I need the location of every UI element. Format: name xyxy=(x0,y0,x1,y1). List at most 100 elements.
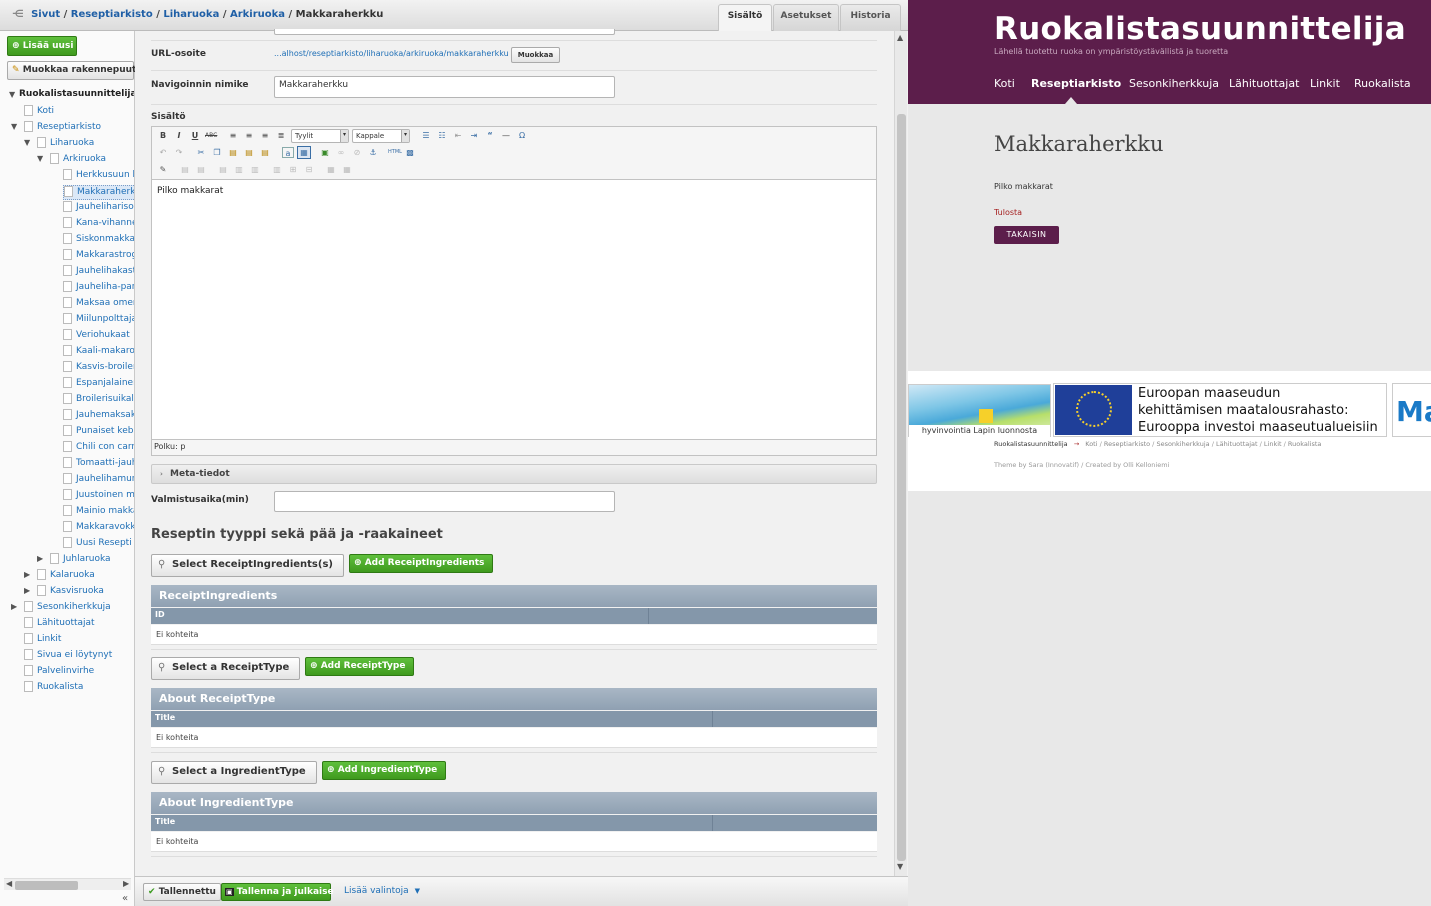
collapse-toggle-icon[interactable]: ▼ xyxy=(37,154,43,163)
scrollbar-thumb[interactable] xyxy=(15,881,78,890)
undo-icon[interactable]: ↶ xyxy=(157,147,169,158)
tree-item[interactable]: Uusi Resepti S xyxy=(63,537,134,552)
italic-icon[interactable]: I xyxy=(173,130,185,141)
tree-item[interactable]: Makkaraherkk xyxy=(63,185,134,200)
select-relation-button[interactable]: ⚲ Select ReceiptIngredients(s) xyxy=(151,554,344,577)
paste-word-icon[interactable]: ▤ xyxy=(259,147,271,158)
add-new-button[interactable]: ⊕ Lisää uusi xyxy=(7,36,77,56)
tree-item[interactable]: Punaiset keba xyxy=(63,425,134,440)
footer-link[interactable]: Koti xyxy=(1085,440,1097,448)
tab-settings[interactable]: Asetukset xyxy=(773,4,839,31)
tree-item[interactable]: ▶ Juhlaruoka xyxy=(37,553,111,568)
preview-nav-item[interactable]: Lähituottajat xyxy=(1229,77,1299,90)
tree-item[interactable]: Ruokalista xyxy=(24,681,83,696)
editor-content-area[interactable]: Pilko makkarat xyxy=(152,179,876,440)
align-right-icon[interactable]: ≡ xyxy=(259,130,271,141)
tree-item[interactable]: Makkarastroga xyxy=(63,249,134,264)
row-after-icon[interactable]: ▤ xyxy=(195,164,207,175)
format-select[interactable]: Kappale ▾ xyxy=(352,129,410,143)
footer-link[interactable]: Lähituottajat xyxy=(1216,440,1258,448)
tree-item[interactable]: Sivua ei löytynyt xyxy=(24,649,112,664)
select-all-icon[interactable]: a xyxy=(282,147,294,158)
tree-item[interactable]: Jauheliharisott xyxy=(63,201,134,216)
breadcrumb-link[interactable]: Liharuoka xyxy=(163,9,219,20)
breadcrumb-link[interactable]: Sivut xyxy=(31,9,60,20)
tree-item[interactable]: ▼ Arkiruoka xyxy=(37,153,106,168)
expand-toggle-icon[interactable]: ▶ xyxy=(11,602,17,611)
bold-icon[interactable]: B xyxy=(157,130,169,141)
tree-root[interactable]: ▼ Ruokalistasuunnittelija xyxy=(9,89,134,104)
collapse-toggle-icon[interactable]: ▼ xyxy=(11,122,17,131)
tree-item[interactable]: ▶ Kasvisruoka xyxy=(24,585,104,600)
save-publish-button[interactable]: ▣ Tallenna ja julkaise xyxy=(221,883,334,901)
delete-col-icon[interactable]: ▥ xyxy=(271,164,283,175)
add-relation-button[interactable]: ⊕ Add ReceiptIngredients xyxy=(349,554,494,573)
row-before-icon[interactable]: ▤ xyxy=(179,164,191,175)
indent-icon[interactable]: ⇥ xyxy=(468,130,480,141)
tree-item[interactable]: Lähituottajat xyxy=(24,617,95,632)
underline-icon[interactable]: U xyxy=(189,130,201,141)
tree-item[interactable]: Broilerisuikale xyxy=(63,393,134,408)
expand-toggle-icon[interactable]: ▶ xyxy=(24,586,30,595)
special-char-icon[interactable]: Ω xyxy=(516,130,528,141)
bullet-list-icon[interactable]: ☰ xyxy=(420,130,432,141)
scrollbar-thumb[interactable] xyxy=(897,114,906,861)
tree-item[interactable]: Kasvis-broileri xyxy=(63,361,134,376)
edit-tree-button[interactable]: ✎ Muokkaa rakennepuuta xyxy=(7,61,142,80)
footer-link[interactable]: Linkit xyxy=(1264,440,1282,448)
tree-item[interactable]: ▼ Reseptiarkisto xyxy=(11,121,101,136)
tree-scrollbar[interactable]: ◀ ▶ xyxy=(4,878,131,890)
print-link[interactable]: Tulosta xyxy=(994,208,1022,217)
footer-root[interactable]: Ruokalistasuunnittelija xyxy=(994,440,1068,448)
unlink-icon[interactable]: ⊘ xyxy=(351,147,363,158)
visual-aid-icon[interactable]: ▦ xyxy=(297,146,311,159)
justify-icon[interactable]: ≣ xyxy=(275,130,287,141)
image-icon[interactable]: ▣ xyxy=(319,147,331,158)
align-left-icon[interactable]: ≡ xyxy=(227,130,239,141)
saved-button[interactable]: ✔ Tallennettu xyxy=(143,883,221,901)
add-relation-button[interactable]: ⊕ Add IngredientType xyxy=(322,761,447,780)
html-icon[interactable]: HTML xyxy=(388,147,402,158)
table-props-icon[interactable]: ▦ xyxy=(325,164,337,175)
tree-item[interactable]: Chili con carne xyxy=(63,441,134,456)
tree-item[interactable]: Jauhelihakastil xyxy=(63,265,134,280)
add-relation-button[interactable]: ⊕ Add ReceiptType xyxy=(305,657,415,676)
preview-nav-item[interactable]: Sesonkiherkkuja xyxy=(1129,77,1219,90)
preview-nav-item[interactable]: Reseptiarkisto xyxy=(1031,77,1121,90)
split-cells-icon[interactable]: ⊞ xyxy=(287,164,299,175)
delete-row-icon[interactable]: ▤ xyxy=(217,164,229,175)
form-scrollbar[interactable]: ▲ ▼ xyxy=(894,31,907,876)
tree-item[interactable]: Kana-vihannes xyxy=(63,217,134,232)
preview-nav-item[interactable]: Koti xyxy=(994,77,1015,90)
tree-item[interactable]: Jauhemaksaka xyxy=(63,409,134,424)
tree-item[interactable]: Veriohukaat xyxy=(63,329,130,344)
numbered-list-icon[interactable]: ☷ xyxy=(436,130,448,141)
collapse-toggle-icon[interactable]: ▼ xyxy=(24,138,30,147)
cell-props-icon[interactable]: ▦ xyxy=(341,164,353,175)
merge-cells-icon[interactable]: ⊟ xyxy=(303,164,315,175)
column-header[interactable]: ID xyxy=(155,610,165,619)
preview-nav-item[interactable]: Ruokalista xyxy=(1354,77,1411,90)
copy-icon[interactable]: ❐ xyxy=(211,147,223,158)
footer-link[interactable]: Ruokalista xyxy=(1288,440,1321,448)
tree-item[interactable]: Tomaatti-jauh xyxy=(63,457,134,472)
back-button[interactable]: TAKAISIN xyxy=(994,226,1059,244)
expand-toggle-icon[interactable]: ▼ xyxy=(9,90,15,99)
expand-toggle-icon[interactable]: ▶ xyxy=(24,570,30,579)
preview-nav-item[interactable]: Linkit xyxy=(1310,77,1340,90)
footer-link[interactable]: Sesonkiherkkuja xyxy=(1156,440,1209,448)
tab-history[interactable]: Historia xyxy=(840,4,901,31)
redo-icon[interactable]: ↷ xyxy=(173,147,185,158)
tree-item[interactable]: Jauheliha-pars xyxy=(63,281,134,296)
tree-item[interactable]: ▼ Liharuoka xyxy=(24,137,94,152)
select-relation-button[interactable]: ⚲ Select a IngredientType xyxy=(151,761,317,784)
tree-item[interactable]: Juustoinen me xyxy=(63,489,134,504)
collapse-panel-icon[interactable]: « xyxy=(122,893,128,904)
edit-url-button[interactable]: Muokkaa xyxy=(511,47,560,63)
paste-icon[interactable]: ▤ xyxy=(227,147,239,158)
tab-content[interactable]: Sisältö xyxy=(718,4,772,31)
media-icon[interactable]: ▩ xyxy=(404,147,416,158)
breadcrumb-link[interactable]: Reseptiarkisto xyxy=(71,9,153,20)
tree-item[interactable]: Miilunpolttajan xyxy=(63,313,134,328)
tree-item[interactable]: Mainio makka xyxy=(63,505,134,520)
